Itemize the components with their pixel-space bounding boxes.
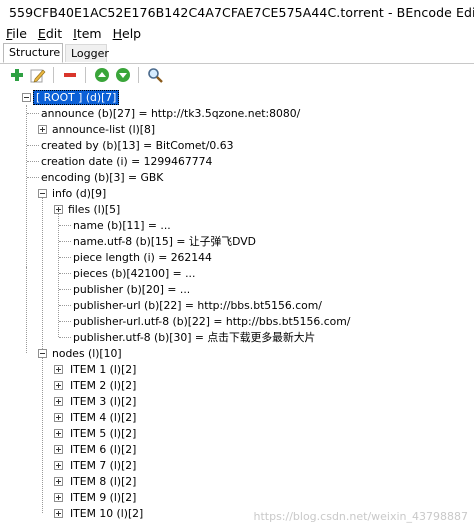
- toolbar-separator: [85, 67, 86, 83]
- menu-edit-accel: E: [37, 25, 46, 41]
- menu-edit-label: dit: [45, 25, 63, 41]
- move-up-button[interactable]: [92, 65, 112, 85]
- tree-connector: [59, 305, 71, 306]
- window-title: 559CFB40E1AC52E176B142C4A7CFAE7CE575A44C…: [9, 4, 474, 20]
- toolbar-separator: [53, 67, 54, 83]
- expand-toggle[interactable]: [54, 493, 63, 502]
- tree-node-item[interactable]: ITEM 3 (l)[2]: [70, 394, 136, 409]
- tree-node-item[interactable]: ITEM 7 (l)[2]: [70, 458, 136, 473]
- move-up-icon: [95, 68, 109, 82]
- expand-toggle[interactable]: [38, 125, 47, 134]
- expand-toggle[interactable]: [54, 381, 63, 390]
- tree-connector: [59, 225, 71, 226]
- tree-node-item[interactable]: ITEM 6 (l)[2]: [70, 442, 136, 457]
- collapse-toggle[interactable]: [22, 93, 31, 102]
- tree-connector: [59, 337, 71, 338]
- toolbar: [0, 64, 474, 86]
- expand-toggle[interactable]: [54, 477, 63, 486]
- add-button[interactable]: [7, 65, 27, 85]
- tree-node-item[interactable]: ITEM 5 (l)[2]: [70, 426, 136, 441]
- tree-node-info[interactable]: info (d)[9]: [52, 186, 106, 201]
- tree-node-root[interactable]: [ ROOT ] (d)[7]: [33, 90, 120, 105]
- move-down-button[interactable]: [113, 65, 133, 85]
- menu-edit[interactable]: Edit: [32, 26, 67, 41]
- expand-toggle[interactable]: [54, 445, 63, 454]
- title-bar: 559CFB40E1AC52E176B142C4A7CFAE7CE575A44C…: [0, 0, 474, 24]
- search-icon: [148, 68, 163, 83]
- tab-strip: Structure Logger: [0, 43, 474, 64]
- move-down-icon: [116, 68, 130, 82]
- menu-item[interactable]: Item: [67, 26, 106, 41]
- delete-icon: [64, 73, 76, 77]
- expand-toggle[interactable]: [54, 397, 63, 406]
- tree-node-encoding[interactable]: encoding (b)[3] = GBK: [41, 170, 163, 185]
- tree-connector: [59, 321, 71, 322]
- tree-connector: [27, 177, 39, 178]
- tree-node-publisher[interactable]: publisher (b)[20] = ...: [73, 282, 190, 297]
- tree-node-pieces[interactable]: pieces (b)[42100] = ...: [73, 266, 195, 281]
- tree-node-piece-length[interactable]: piece length (i) = 262144: [73, 250, 212, 265]
- menu-bar: File Edit Item Help: [0, 24, 474, 42]
- tree-guide: [42, 195, 43, 353]
- expand-toggle[interactable]: [54, 205, 63, 214]
- edit-button[interactable]: [28, 65, 48, 85]
- add-icon: [11, 69, 23, 81]
- tree-guide: [42, 358, 43, 513]
- tab-structure[interactable]: Structure: [3, 43, 63, 63]
- menu-item-label: tem: [76, 25, 102, 41]
- tree-guide: [26, 267, 27, 353]
- root-label: [ ROOT ] (d)[7]: [33, 90, 120, 105]
- tree-connector: [59, 273, 71, 274]
- expand-toggle[interactable]: [54, 365, 63, 374]
- collapse-toggle[interactable]: [38, 189, 47, 198]
- watermark: https://blog.csdn.net/weixin_43798887: [253, 510, 468, 523]
- menu-help-label: elp: [122, 25, 142, 41]
- tree-connector: [59, 289, 71, 290]
- collapse-toggle[interactable]: [38, 349, 47, 358]
- tree-node-nodes[interactable]: nodes (l)[10]: [52, 346, 122, 361]
- tree-node-announce[interactable]: announce (b)[27] = http://tk3.5qzone.net…: [41, 106, 300, 121]
- tab-logger[interactable]: Logger: [65, 44, 109, 62]
- expand-toggle[interactable]: [54, 461, 63, 470]
- tree-connector: [27, 113, 39, 114]
- search-button[interactable]: [145, 65, 165, 85]
- expand-toggle[interactable]: [54, 413, 63, 422]
- tree-connector: [59, 257, 71, 258]
- tree-node-item[interactable]: ITEM 4 (l)[2]: [70, 410, 136, 425]
- tree-node-publisher-utf8[interactable]: publisher.utf-8 (b)[30] = 点击下载更多最新大片: [73, 330, 315, 345]
- tree-node-name[interactable]: name (b)[11] = ...: [73, 218, 171, 233]
- tree-node-files[interactable]: files (l)[5]: [68, 202, 120, 217]
- expand-toggle[interactable]: [54, 509, 63, 518]
- menu-help-accel: H: [112, 25, 123, 41]
- delete-button[interactable]: [60, 65, 80, 85]
- structure-tree[interactable]: [ ROOT ] (d)[7] announce (b)[27] = http:…: [0, 88, 474, 527]
- tree-node-publisher-url-utf8[interactable]: publisher-url.utf-8 (b)[22] = http://bbs…: [73, 314, 350, 329]
- tree-node-item[interactable]: ITEM 8 (l)[2]: [70, 474, 136, 489]
- toolbar-separator: [138, 67, 139, 83]
- menu-help[interactable]: Help: [107, 26, 147, 41]
- tree-connector: [59, 241, 71, 242]
- expand-toggle[interactable]: [54, 429, 63, 438]
- tree-node-name-utf8[interactable]: name.utf-8 (b)[15] = 让子弹飞DVD: [73, 234, 256, 249]
- tree-node-publisher-url[interactable]: publisher-url (b)[22] = http://bbs.bt515…: [73, 298, 322, 313]
- tree-connector: [27, 145, 39, 146]
- tree-node-creation-date[interactable]: creation date (i) = 1299467774: [41, 154, 212, 169]
- tree-node-item[interactable]: ITEM 1 (l)[2]: [70, 362, 136, 377]
- menu-file[interactable]: File: [0, 26, 32, 41]
- menu-file-label: ile: [12, 25, 27, 41]
- tree-node-created-by[interactable]: created by (b)[13] = BitComet/0.63: [41, 138, 233, 153]
- tree-node-item[interactable]: ITEM 9 (l)[2]: [70, 490, 136, 505]
- tree-connector: [27, 161, 39, 162]
- tree-node-item[interactable]: ITEM 2 (l)[2]: [70, 378, 136, 393]
- edit-icon: [30, 69, 46, 83]
- tree-guide: [26, 105, 27, 267]
- tree-node-item[interactable]: ITEM 10 (l)[2]: [70, 506, 143, 521]
- tree-node-announce-list[interactable]: announce-list (l)[8]: [52, 122, 155, 137]
